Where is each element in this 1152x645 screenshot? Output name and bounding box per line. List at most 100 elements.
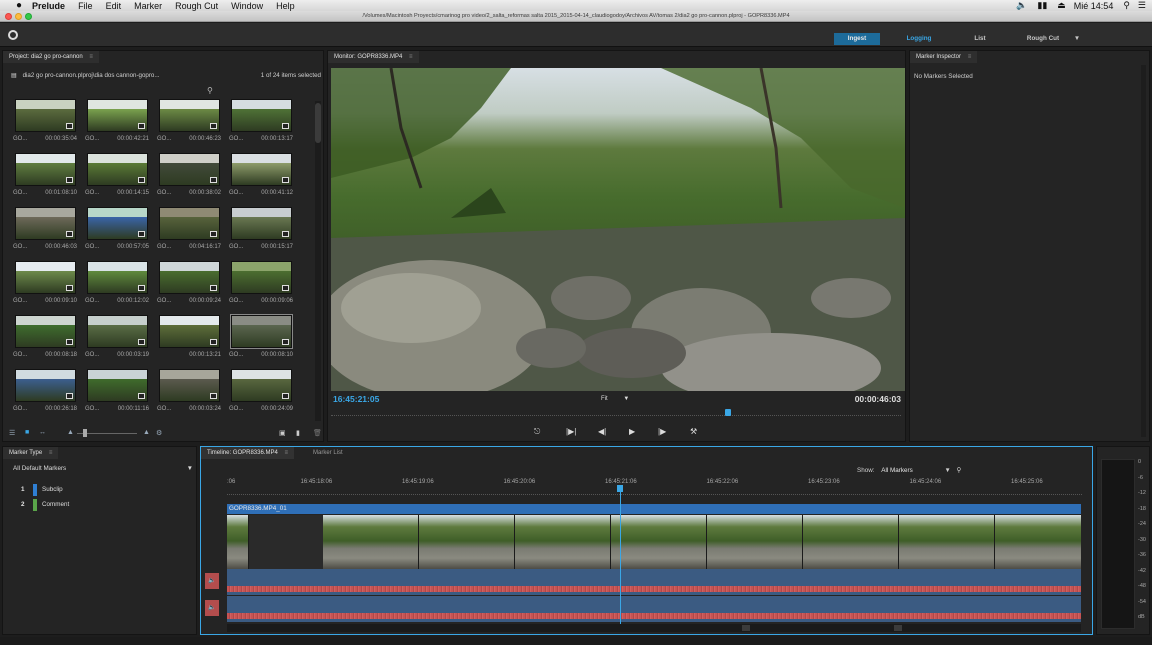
- clip-thumbnail[interactable]: [15, 153, 76, 186]
- timeline-scrollbar[interactable]: [227, 624, 1081, 632]
- video-frame-thumbnail: [803, 515, 899, 569]
- marker-type-tab[interactable]: Marker Type ≡: [3, 447, 59, 459]
- zoom-in-icon[interactable]: ▲: [143, 429, 150, 436]
- timeline-tab[interactable]: Timeline: GOPR8336.MP4 ≡: [201, 447, 294, 459]
- apple-icon[interactable]: ●: [16, 0, 22, 11]
- clip-thumbnail[interactable]: [87, 261, 148, 294]
- marker-inspector-tab[interactable]: Marker Inspector ≡: [910, 51, 978, 63]
- clip-thumbnail[interactable]: [231, 369, 292, 402]
- clip-thumbnail[interactable]: [159, 369, 220, 402]
- panel-menu-icon[interactable]: ≡: [968, 54, 972, 60]
- clip-bar[interactable]: GOPR8336.MP4_01: [227, 504, 1081, 514]
- video-track[interactable]: [227, 515, 1081, 569]
- eject-icon[interactable]: ⏏: [1057, 0, 1066, 11]
- audio-track-2[interactable]: [227, 596, 1081, 622]
- panel-menu-icon[interactable]: ≡: [409, 54, 413, 60]
- step-back-icon[interactable]: ◀|: [598, 427, 606, 436]
- audio-mute-1-icon[interactable]: 🔈: [205, 573, 219, 589]
- monitor-playhead[interactable]: [725, 409, 731, 416]
- clip-thumbnail[interactable]: [87, 369, 148, 402]
- clip-thumbnail[interactable]: [159, 261, 220, 294]
- clip-thumbnail[interactable]: [159, 153, 220, 186]
- inspector-scrollbar[interactable]: [1141, 65, 1146, 437]
- clip-thumbnail[interactable]: [87, 99, 148, 132]
- clip-thumbnail[interactable]: [231, 99, 292, 132]
- video-frame[interactable]: [331, 68, 905, 391]
- clip-caption: GO... 00:00:03:19: [85, 352, 149, 358]
- show-filter[interactable]: Show: All Markers ▼ ⚲: [857, 467, 961, 474]
- notification-center-icon[interactable]: ☰: [1138, 0, 1146, 11]
- clip-thumbnail[interactable]: [15, 207, 76, 240]
- monitor-current-timecode[interactable]: 16:45:21:05: [333, 394, 379, 404]
- clip-thumbnail[interactable]: [15, 369, 76, 402]
- clip-thumbnail[interactable]: [87, 315, 148, 348]
- workspaces-menu-icon[interactable]: ▼: [1072, 33, 1082, 45]
- clip-thumbnail[interactable]: [87, 207, 148, 240]
- clip-thumbnail[interactable]: [230, 314, 293, 349]
- panel-menu-icon[interactable]: ≡: [284, 450, 288, 456]
- new-rough-cut-icon[interactable]: ▣: [279, 429, 286, 437]
- clip-thumbnail[interactable]: [159, 315, 220, 348]
- marker-type-comment[interactable]: 2 Comment: [17, 499, 69, 511]
- panel-menu-icon[interactable]: ≡: [49, 450, 53, 456]
- window-titlebar: /Volumes/Macintosh Proyects/cmarinog pro…: [0, 11, 1152, 22]
- workspace-ingest[interactable]: Ingest: [834, 33, 880, 45]
- spotlight-icon[interactable]: ⚲: [1123, 0, 1130, 11]
- icon-view-icon[interactable]: ■: [25, 429, 29, 436]
- project-scrollbar[interactable]: [315, 101, 321, 421]
- sort-icon[interactable]: ↔: [39, 429, 46, 436]
- workspace-logging[interactable]: Logging: [896, 33, 942, 45]
- marker-list-tab[interactable]: Marker List: [307, 447, 349, 459]
- menu-marker[interactable]: Marker: [134, 1, 162, 11]
- clip-thumbnail[interactable]: [15, 99, 76, 132]
- fit-dropdown[interactable]: Fit ▼: [601, 396, 629, 402]
- menu-rough-cut[interactable]: Rough Cut: [175, 1, 218, 11]
- list-view-icon[interactable]: ☰: [9, 429, 15, 437]
- workspace-rough-cut[interactable]: Rough Cut: [1020, 33, 1066, 45]
- time-ruler[interactable]: :06 16:45:18:06 16:45:19:06 16:45:20:06 16:4…: [227, 479, 1082, 495]
- battery-icon[interactable]: ▮▮: [1037, 0, 1047, 11]
- clip-thumbnail[interactable]: [159, 99, 220, 132]
- close-window-button[interactable]: [5, 13, 12, 20]
- menu-file[interactable]: File: [78, 1, 93, 11]
- project-search-icon[interactable]: ⚲: [207, 86, 213, 95]
- menu-help[interactable]: Help: [276, 1, 295, 11]
- clip-thumbnail[interactable]: [231, 261, 292, 294]
- project-panel-tab[interactable]: Project: dia2 go pro-cannon ≡: [3, 51, 99, 63]
- minimize-window-button[interactable]: [15, 13, 22, 20]
- audio-track-1[interactable]: [227, 569, 1081, 595]
- clock[interactable]: Mié 14:54: [1074, 1, 1114, 11]
- clip-thumbnail[interactable]: [231, 207, 292, 240]
- export-frame-icon[interactable]: ⎋: [534, 427, 540, 437]
- app-menu[interactable]: Prelude: [32, 1, 65, 11]
- clip-caption: GO... 00:04:16:17: [157, 244, 221, 250]
- zoom-window-button[interactable]: [25, 13, 32, 20]
- wrench-icon[interactable]: ⚒: [690, 427, 697, 436]
- monitor-panel-tab[interactable]: Monitor: GOPR8336.MP4 ≡: [328, 51, 419, 63]
- slider-handle[interactable]: [83, 429, 87, 437]
- clip-thumbnail[interactable]: [159, 207, 220, 240]
- settings-icon[interactable]: ⚙: [156, 429, 162, 437]
- step-forward-icon[interactable]: |▶: [658, 427, 666, 436]
- go-to-in-icon[interactable]: |▶|: [566, 427, 576, 436]
- clip-thumbnail[interactable]: [231, 153, 292, 186]
- delete-icon[interactable]: 🗑: [313, 429, 322, 437]
- home-icon[interactable]: [8, 30, 18, 40]
- menu-edit[interactable]: Edit: [106, 1, 122, 11]
- workspace-list[interactable]: List: [957, 33, 1003, 45]
- marker-type-subclip[interactable]: 1 Subclip: [17, 484, 63, 496]
- marker-filter-dropdown[interactable]: All Default Markers ▼: [13, 465, 193, 472]
- clip-name: GO...: [157, 136, 172, 142]
- new-bin-icon[interactable]: ▮: [296, 429, 300, 437]
- clip-thumbnail[interactable]: [87, 153, 148, 186]
- audio-mute-2-icon[interactable]: 🔈: [205, 600, 219, 616]
- play-icon[interactable]: ▶: [629, 427, 635, 436]
- monitor-scrubber[interactable]: [331, 415, 901, 421]
- clip-thumbnail[interactable]: [15, 261, 76, 294]
- menu-window[interactable]: Window: [231, 1, 263, 11]
- panel-menu-icon[interactable]: ≡: [89, 54, 93, 60]
- clip-thumbnail[interactable]: [15, 315, 76, 348]
- zoom-out-icon[interactable]: ▲: [67, 429, 74, 436]
- volume-icon[interactable]: 🔈: [1016, 0, 1027, 11]
- search-icon[interactable]: ⚲: [957, 467, 962, 474]
